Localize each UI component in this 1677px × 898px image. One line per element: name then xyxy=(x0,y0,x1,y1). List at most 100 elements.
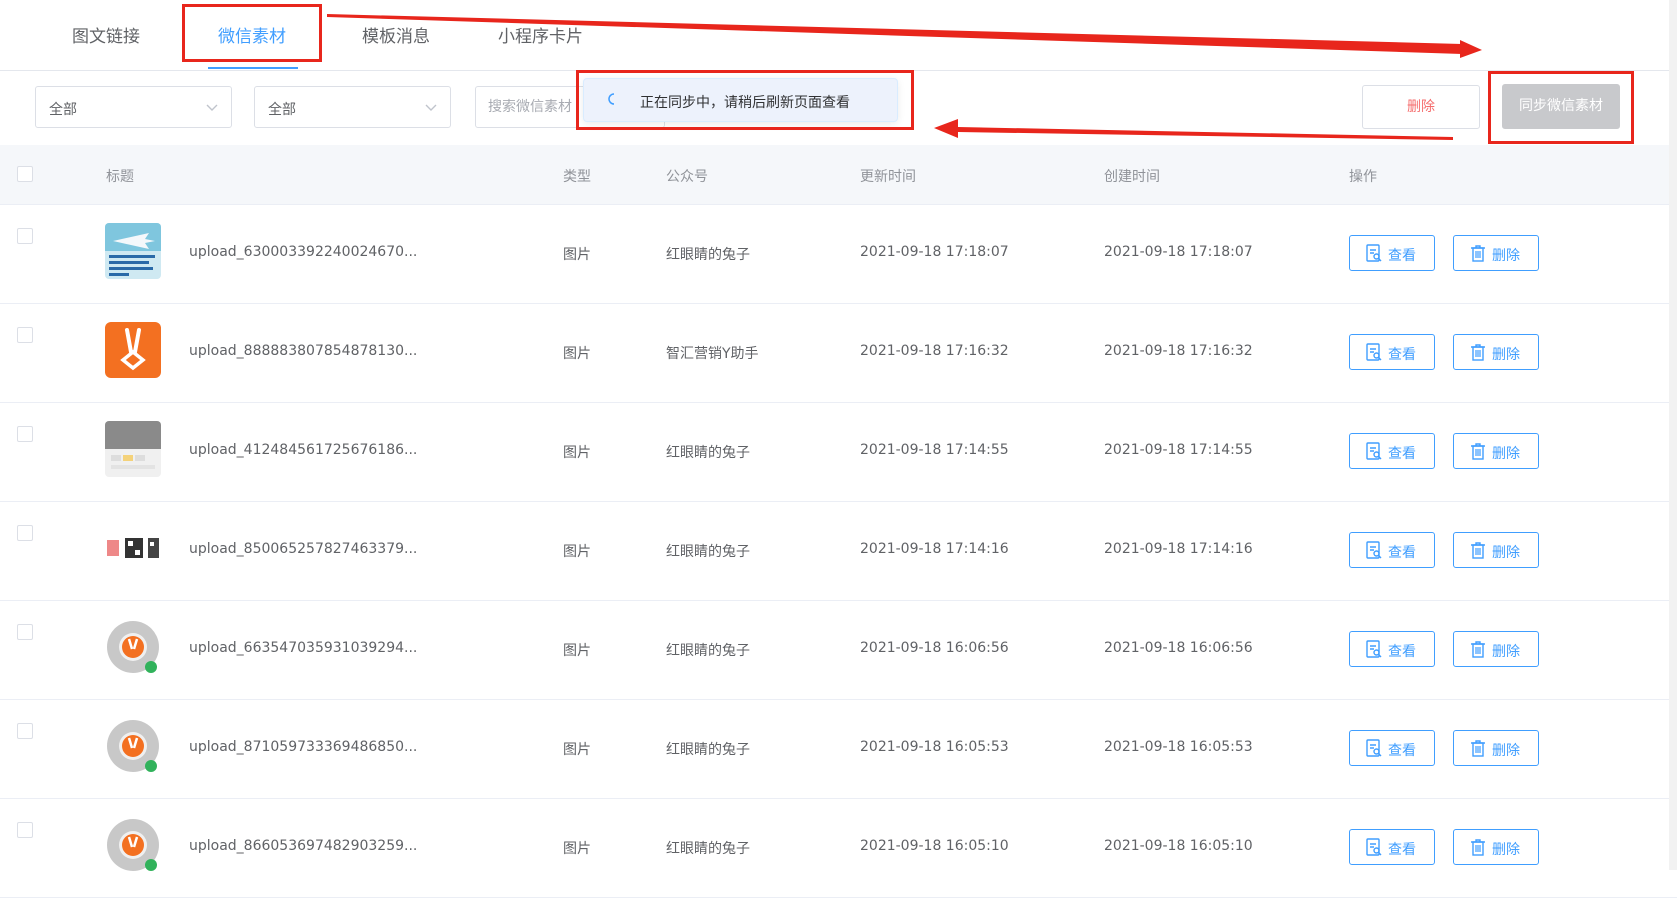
trash-icon xyxy=(1471,839,1485,856)
row-title: upload_871059733369486850... xyxy=(189,739,418,755)
row-created-time: 2021-09-18 17:18:07 xyxy=(1104,244,1253,260)
row-type: 图片 xyxy=(563,841,591,857)
row-type: 图片 xyxy=(563,346,591,362)
thumbnail-image xyxy=(105,718,161,774)
row-title: upload_850065257827463379... xyxy=(189,541,418,557)
view-document-icon xyxy=(1366,739,1382,757)
view-document-icon xyxy=(1366,541,1382,559)
table-row: upload_412484561725676186... 图片 红眼睛的兔子 2021… xyxy=(0,402,1677,502)
view-document-icon xyxy=(1366,343,1382,361)
row-type: 图片 xyxy=(563,445,591,461)
view-button-label: 查看 xyxy=(1388,842,1416,858)
row-created-time: 2021-09-18 16:05:53 xyxy=(1104,739,1253,755)
row-checkbox[interactable] xyxy=(17,525,33,541)
row-checkbox[interactable] xyxy=(17,723,33,739)
view-button-label: 查看 xyxy=(1388,347,1416,363)
row-created-time: 2021-09-18 16:05:10 xyxy=(1104,838,1253,854)
trash-icon xyxy=(1471,245,1485,262)
view-button[interactable]: 查看 xyxy=(1349,730,1435,766)
thumbnail-image xyxy=(105,223,161,279)
row-type: 图片 xyxy=(563,544,591,560)
row-account: 红眼睛的兔子 xyxy=(666,841,750,857)
table-row: upload_850065257827463379... 图片 红眼睛的兔子 2021… xyxy=(0,501,1677,601)
delete-button[interactable]: 删除 xyxy=(1453,532,1539,568)
chevron-down-icon xyxy=(206,104,218,111)
row-updated-time: 2021-09-18 17:16:32 xyxy=(860,343,1009,359)
view-button[interactable]: 查看 xyxy=(1349,235,1435,271)
tab-miniprogram-card[interactable]: 小程序卡片 xyxy=(498,22,583,47)
delete-button[interactable]: 删除 xyxy=(1453,829,1539,865)
column-header-account: 公众号 xyxy=(666,169,708,185)
row-title: upload_412484561725676186... xyxy=(189,442,418,458)
filter-select-2[interactable]: 全部 xyxy=(254,86,451,128)
row-title: upload_866053697482903259... xyxy=(189,838,418,854)
bulk-delete-button[interactable]: 删除 xyxy=(1362,85,1480,129)
delete-button[interactable]: 删除 xyxy=(1453,334,1539,370)
delete-button[interactable]: 删除 xyxy=(1453,235,1539,271)
view-button[interactable]: 查看 xyxy=(1349,532,1435,568)
column-header-created: 创建时间 xyxy=(1104,169,1160,185)
view-button[interactable]: 查看 xyxy=(1349,334,1435,370)
row-type: 图片 xyxy=(563,643,591,659)
table-row: upload_871059733369486850... 图片 红眼睛的兔子 2021… xyxy=(0,699,1677,799)
delete-button-label: 删除 xyxy=(1492,248,1520,264)
row-title: upload_888883807854878130... xyxy=(189,343,418,359)
row-checkbox[interactable] xyxy=(17,624,33,640)
view-button[interactable]: 查看 xyxy=(1349,829,1435,865)
thumbnail-image xyxy=(105,817,161,873)
row-created-time: 2021-09-18 17:14:55 xyxy=(1104,442,1253,458)
row-created-time: 2021-09-18 17:14:16 xyxy=(1104,541,1253,557)
row-checkbox[interactable] xyxy=(17,327,33,343)
trash-icon xyxy=(1471,740,1485,757)
view-button[interactable]: 查看 xyxy=(1349,433,1435,469)
view-document-icon xyxy=(1366,838,1382,856)
delete-button[interactable]: 删除 xyxy=(1453,631,1539,667)
thumbnail-image xyxy=(105,619,161,675)
chevron-down-icon xyxy=(425,104,437,111)
annotation-arrow-left-head xyxy=(934,119,958,138)
delete-button-label: 删除 xyxy=(1492,644,1520,660)
row-title: upload_663547035931039294... xyxy=(189,640,418,656)
row-account: 红眼睛的兔子 xyxy=(666,742,750,758)
column-header-type: 类型 xyxy=(563,169,591,185)
view-button[interactable]: 查看 xyxy=(1349,631,1435,667)
annotation-box-toast xyxy=(576,70,914,130)
row-title: upload_630003392240024670... xyxy=(189,244,418,260)
column-header-title: 标题 xyxy=(106,169,134,185)
row-account: 红眼睛的兔子 xyxy=(666,445,750,461)
table-row: upload_663547035931039294... 图片 红眼睛的兔子 2021… xyxy=(0,600,1677,700)
view-document-icon xyxy=(1366,442,1382,460)
row-updated-time: 2021-09-18 17:14:16 xyxy=(860,541,1009,557)
row-updated-time: 2021-09-18 17:18:07 xyxy=(860,244,1009,260)
view-document-icon xyxy=(1366,640,1382,658)
scrollbar-track[interactable] xyxy=(1669,0,1677,870)
row-updated-time: 2021-09-18 17:14:55 xyxy=(860,442,1009,458)
delete-button-label: 删除 xyxy=(1492,446,1520,462)
trash-icon xyxy=(1471,443,1485,460)
view-button-label: 查看 xyxy=(1388,644,1416,660)
filter-select-1[interactable]: 全部 xyxy=(35,86,232,128)
delete-button-label: 删除 xyxy=(1492,743,1520,759)
active-tab-indicator xyxy=(208,67,298,69)
row-account: 红眼睛的兔子 xyxy=(666,643,750,659)
trash-icon xyxy=(1471,344,1485,361)
delete-button[interactable]: 删除 xyxy=(1453,730,1539,766)
column-header-updated: 更新时间 xyxy=(860,169,916,185)
delete-button[interactable]: 删除 xyxy=(1453,433,1539,469)
view-button-label: 查看 xyxy=(1388,545,1416,561)
row-checkbox[interactable] xyxy=(17,822,33,838)
tab-template-message[interactable]: 模板消息 xyxy=(362,22,430,47)
view-button-label: 查看 xyxy=(1388,743,1416,759)
row-account: 智汇营销Y助手 xyxy=(666,346,759,362)
row-checkbox[interactable] xyxy=(17,426,33,442)
tab-graphic-link[interactable]: 图文链接 xyxy=(72,22,140,47)
delete-button-label: 删除 xyxy=(1492,842,1520,858)
delete-button-label: 删除 xyxy=(1492,347,1520,363)
row-updated-time: 2021-09-18 16:05:10 xyxy=(860,838,1009,854)
row-created-time: 2021-09-18 16:06:56 xyxy=(1104,640,1253,656)
select-all-checkbox[interactable] xyxy=(17,166,33,182)
row-type: 图片 xyxy=(563,247,591,263)
row-account: 红眼睛的兔子 xyxy=(666,544,750,560)
row-checkbox[interactable] xyxy=(17,228,33,244)
filter-select-1-value: 全部 xyxy=(49,102,77,118)
